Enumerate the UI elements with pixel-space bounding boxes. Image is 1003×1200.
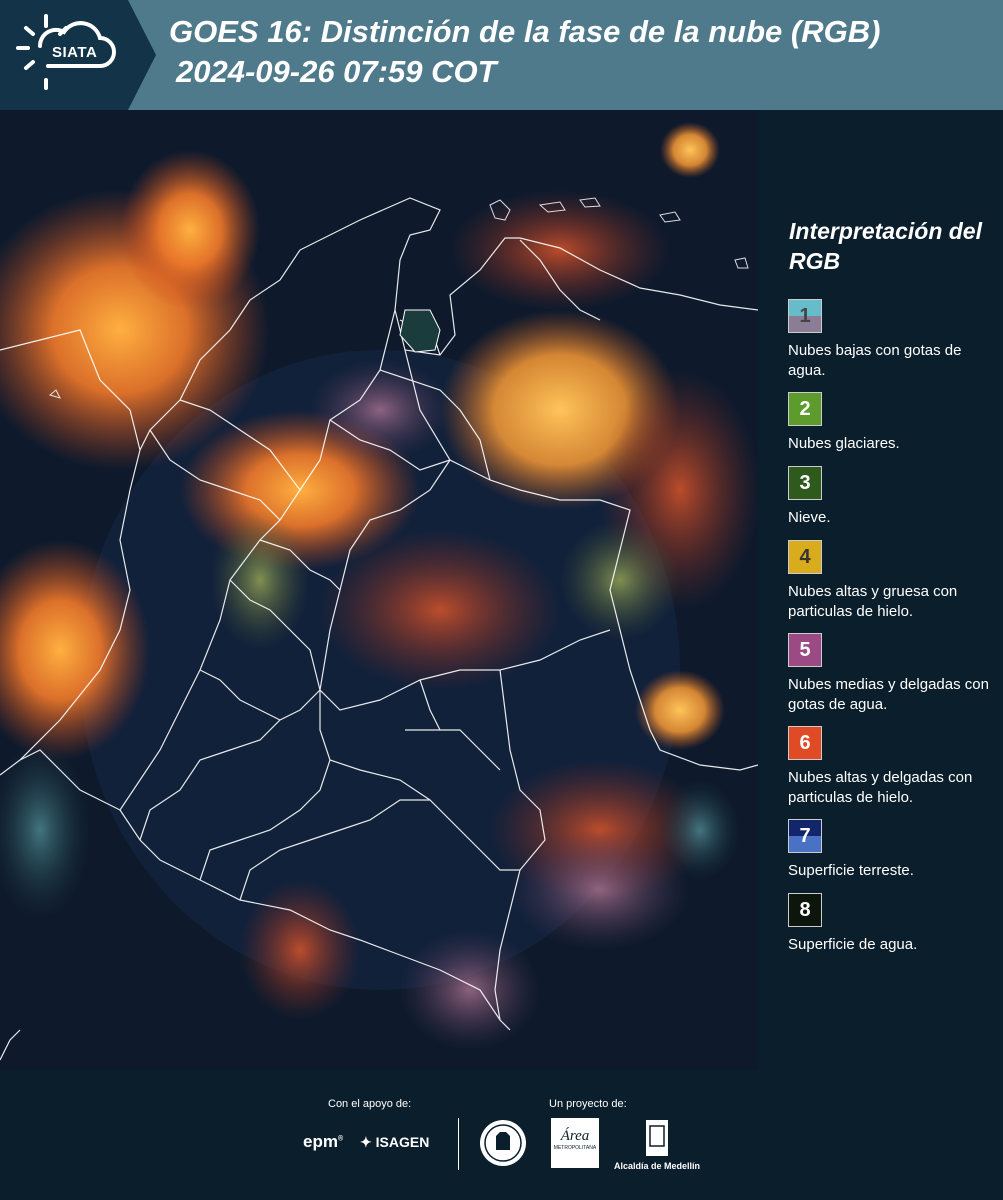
coat-of-arms-icon [646,1120,668,1156]
legend-swatch: 1 [788,299,822,333]
legend-swatch: 6 [788,726,822,760]
legend-label: Nubes glaciares. [788,435,900,452]
legend-label: Superficie terreste. [788,862,914,879]
legend-label: Superficie de agua. [788,936,918,953]
legend-item-4: 4 Nubes altas y gruesa con particulas de … [788,540,998,622]
legend-item-2: 2 Nubes glaciares. [788,392,998,454]
footer-divider [458,1118,459,1170]
legend-number: 7 [799,825,811,847]
logo-text: SIATA [52,44,98,61]
footer: Con el apoyo de: Un proyecto de: epm® ✦ … [0,1070,1003,1200]
legend-label: Nubes altas y gruesa con particulas de h… [788,583,958,620]
legend-number: 6 [799,732,811,754]
isagen-logo-text: ISAGEN [375,1134,430,1150]
legend-item-5: 5 Nubes medias y delgadas con gotas de ag… [788,633,998,715]
support-label: Con el apoyo de: [328,1098,412,1110]
legend-swatch: 8 [788,893,822,927]
alcaldia-logo: Alcaldía de Medellín [612,1118,702,1171]
legend-swatch: 7 [788,819,822,853]
legend-number: 1 [799,305,811,327]
page-timestamp: 2024-09-26 07:59 COT [176,54,497,89]
area-logo-subtext: METROPOLITANA [553,1145,597,1151]
legend-swatch: 3 [788,466,822,500]
project-label: Un proyecto de: [549,1098,627,1110]
legend-item-6: 6 Nubes altas y delgadas con particulas d… [788,726,998,808]
legend-title: Interpretación del RGB [789,218,982,274]
satellite-image [0,110,758,1070]
legend-label: Nubes bajas con gotas de agua. [788,342,962,379]
legend-item-7: 7 Superficie terreste. [788,819,998,881]
seal-logo [478,1118,528,1173]
legend-number: 8 [799,899,811,921]
legend-item-8: 8 Superficie de agua. [788,893,998,955]
area-metropolitana-logo: Área METROPOLITANA [551,1118,599,1168]
epm-logo: epm® [303,1132,344,1151]
legend-number: 3 [799,472,811,494]
rgb-composite-map [0,110,758,1070]
legend-label: Nieve. [788,509,831,526]
legend-number: 5 [799,639,811,661]
legend-number: 4 [799,546,811,568]
header-bar: SIATA GOES 16: Distinción de la fase de … [0,0,1003,110]
legend-item-3: 3 Nieve. [788,466,998,528]
header-chevron [128,0,156,110]
legend-number: 2 [799,398,811,420]
area-logo-text: Área [560,1128,590,1144]
isagen-logo: ✦ ISAGEN [360,1134,430,1150]
page-title: GOES 16: Distinción de la fase de la nub… [169,14,881,49]
siata-logo: SIATA [0,0,128,110]
legend-label: Nubes medias y delgadas con gotas de agu… [788,676,989,713]
legend-panel: Interpretación del RGB 1 Nubes bajas con … [758,110,1003,1070]
legend-swatch: 5 [788,633,822,667]
legend-swatch: 4 [788,540,822,574]
legend-swatch: 2 [788,392,822,426]
legend-label: Nubes altas y delgadas con particulas de… [788,769,973,806]
epm-logo-text: epm [303,1132,338,1151]
legend-item-1: 1 Nubes bajas con gotas de agua. [788,299,998,381]
alcaldia-logo-text: Alcaldía de Medellín [613,1161,701,1171]
